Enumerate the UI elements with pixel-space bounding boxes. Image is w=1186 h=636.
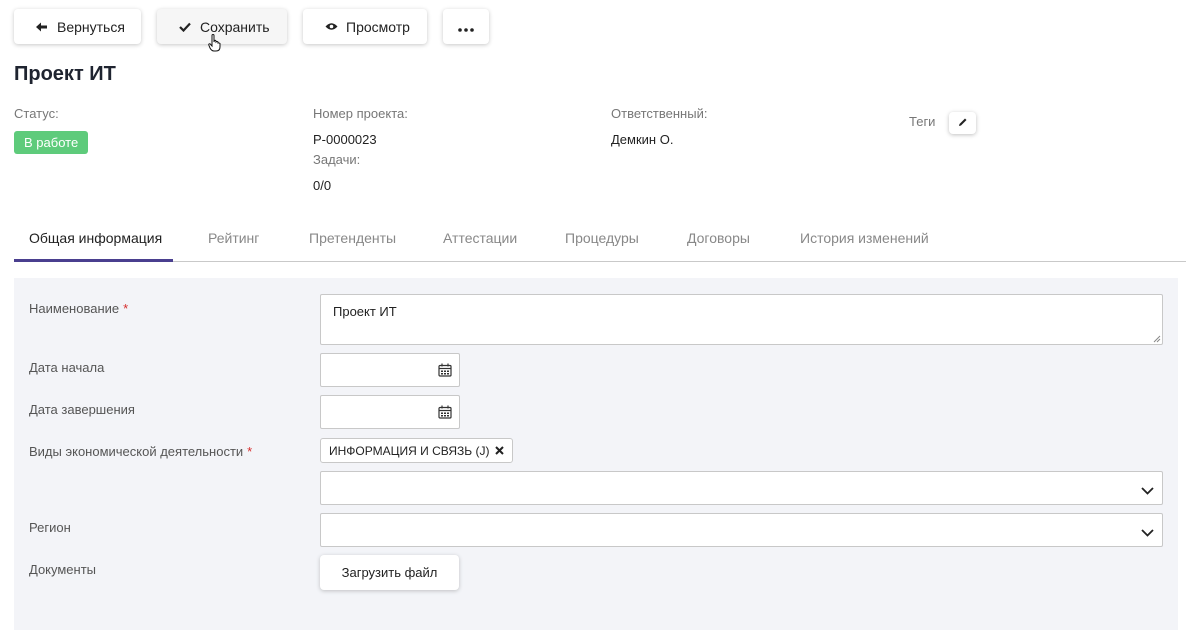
tab-bar: Общая информация Рейтинг Претенденты Атт…: [14, 214, 1186, 262]
hand-cursor-icon: [208, 34, 221, 52]
name-field-label: Наименование *: [29, 301, 129, 316]
resize-handle-icon[interactable]: [1152, 334, 1161, 343]
activity-chip: ИНФОРМАЦИЯ И СВЯЗЬ (J): [320, 438, 514, 463]
name-textarea[interactable]: Проект ИТ: [320, 294, 1163, 345]
save-button[interactable]: Сохранить: [157, 9, 287, 44]
tab-applicants[interactable]: Претенденты: [309, 214, 396, 261]
tab-procedures[interactable]: Процедуры: [565, 214, 639, 261]
back-button-label: Вернуться: [57, 18, 125, 35]
tab-attestations[interactable]: Аттестации: [443, 214, 517, 261]
preview-button[interactable]: Просмотр: [303, 9, 427, 44]
project-number-value: Р-0000023: [313, 132, 377, 147]
close-icon[interactable]: [495, 446, 505, 455]
tags-label: Теги: [909, 114, 936, 129]
tab-contracts[interactable]: Договоры: [687, 214, 750, 261]
chevron-down-icon: [1141, 482, 1154, 500]
preview-button-label: Просмотр: [346, 18, 410, 35]
upload-file-button[interactable]: Загрузить файл: [320, 555, 459, 590]
status-badge: В работе: [14, 131, 89, 154]
owner-label: Ответственный:: [611, 106, 708, 121]
tab-change-history[interactable]: История изменений: [800, 214, 929, 261]
check-icon: [178, 20, 192, 34]
tab-rating[interactable]: Рейтинг: [208, 214, 259, 261]
tab-general-info[interactable]: Общая информация: [29, 214, 162, 261]
eye-icon: [324, 20, 338, 34]
documents-label: Документы: [29, 562, 97, 577]
page-title: Проект ИТ: [14, 63, 116, 85]
back-button[interactable]: Вернуться: [14, 9, 141, 44]
status-label: Статус:: [14, 106, 59, 121]
required-mark: *: [123, 301, 129, 316]
owner-value: Демкин О.: [611, 132, 674, 147]
region-select[interactable]: [320, 513, 1163, 547]
activity-types-label: Виды экономической деятельности *: [29, 444, 253, 459]
more-horizontal-icon: [458, 19, 474, 35]
active-tab-indicator: [14, 259, 173, 262]
start-date-label: Дата начала: [29, 360, 105, 375]
required-mark: *: [247, 444, 253, 459]
chevron-down-icon: [1141, 524, 1154, 542]
end-date-label: Дата завершения: [29, 402, 135, 417]
activity-chip-label: ИНФОРМАЦИЯ И СВЯЗЬ (J): [329, 443, 490, 458]
edit-tags-button[interactable]: [949, 112, 976, 134]
start-date-input[interactable]: [320, 353, 460, 387]
calendar-icon[interactable]: [438, 363, 452, 382]
pencil-icon: [958, 114, 968, 132]
calendar-icon[interactable]: [438, 405, 452, 424]
end-date-input[interactable]: [320, 395, 460, 429]
arrow-left-icon: [35, 20, 49, 34]
name-textarea-value: Проект ИТ: [333, 304, 397, 319]
region-label: Регион: [29, 520, 71, 535]
save-button-label: Сохранить: [200, 18, 270, 35]
toolbar: Вернуться Сохранить Просмотр: [14, 9, 489, 44]
tasks-label: Задачи:: [313, 152, 361, 167]
tasks-value: 0/0: [313, 178, 332, 193]
project-number-label: Номер проекта:: [313, 106, 408, 121]
activity-select[interactable]: [320, 471, 1163, 505]
more-button[interactable]: [443, 9, 489, 44]
